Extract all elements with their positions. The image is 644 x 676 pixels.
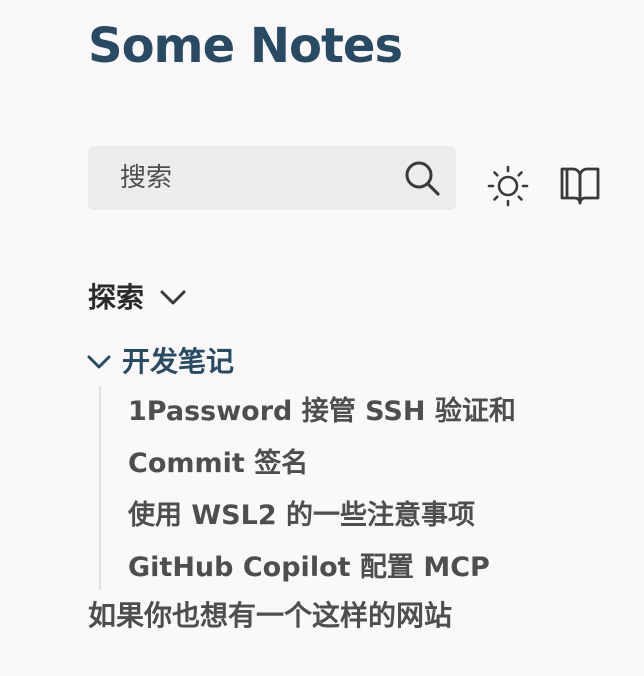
chevron-down-icon: [160, 290, 186, 305]
book-icon[interactable]: [558, 164, 602, 208]
note-link[interactable]: GitHub Copilot 配置 MCP: [128, 542, 528, 594]
search-icon[interactable]: [402, 158, 442, 198]
search-bar[interactable]: 搜索: [88, 146, 456, 210]
search-placeholder: 搜索: [120, 163, 173, 193]
folder-item[interactable]: 开发笔记: [86, 342, 234, 382]
note-link[interactable]: 使用 WSL2 的一些注意事项: [128, 490, 528, 542]
sun-icon[interactable]: [486, 164, 530, 208]
explorer-header[interactable]: 探索: [88, 278, 188, 318]
tree-guide-line: [99, 386, 101, 590]
page-link[interactable]: 如果你也想有一个这样的网站: [88, 590, 452, 642]
folder-label: 开发笔记: [122, 345, 235, 378]
chevron-down-icon: [87, 355, 111, 369]
page: Some Notes 搜索 探索 开发笔记 1Password 接管 SSH 验…: [0, 0, 644, 676]
note-link[interactable]: 1Password 接管 SSH 验证和 Commit 签名: [128, 386, 528, 490]
explorer-title: 探索: [88, 281, 145, 314]
site-title[interactable]: Some Notes: [88, 14, 403, 78]
